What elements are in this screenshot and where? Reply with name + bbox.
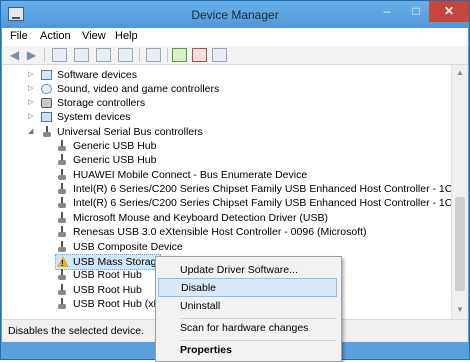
vertical-scrollbar[interactable]: ▲ ▼: [451, 65, 468, 319]
tree-item-label: Microsoft Mouse and Keyboard Detection D…: [73, 212, 329, 224]
tree-item-label: Storage controllers: [57, 97, 146, 109]
uninstall-icon[interactable]: [192, 48, 207, 62]
menu-file[interactable]: File: [10, 30, 28, 42]
tree-item-label: Renesas USB 3.0 eXtensible Host Controll…: [73, 226, 367, 238]
menu-item-disable[interactable]: Disable: [158, 278, 337, 297]
toolbar-separator: [167, 48, 168, 62]
tree-item-label: System devices: [57, 111, 131, 123]
tree-item-label: USB Composite Device: [73, 241, 183, 253]
usb-device-icon: [57, 226, 67, 238]
usb-device-icon: [57, 183, 67, 195]
software-devices-icon: [41, 70, 52, 80]
speaker-icon: [41, 84, 52, 94]
expand-arrow-icon[interactable]: ▷: [28, 68, 36, 82]
tree-item-label: Sound, video and game controllers: [57, 83, 220, 95]
maximize-button[interactable]: □: [402, 1, 430, 22]
tree-item-label: Generic USB Hub: [73, 154, 157, 166]
back-arrow-icon[interactable]: ◀: [7, 48, 22, 62]
menu-help[interactable]: Help: [115, 30, 138, 42]
menu-action[interactable]: Action: [40, 30, 71, 42]
tree-item-label: Intel(R) 6 Series/C200 Series Chipset Fa…: [73, 183, 451, 195]
scan-hardware-icon[interactable]: [146, 48, 161, 62]
usb-device-icon: [57, 154, 67, 166]
hidden-devices-icon[interactable]: [118, 48, 133, 62]
expand-arrow-icon[interactable]: ▷: [28, 82, 36, 96]
toolbar-separator: [44, 48, 45, 62]
menu-item-uninstall[interactable]: Uninstall: [158, 297, 337, 316]
tree-item-label: USB Root Hub: [73, 269, 142, 281]
usb-device-icon: [57, 169, 67, 181]
properties-icon[interactable]: [52, 48, 67, 62]
menu-bar: File Action View Help: [2, 28, 468, 46]
tree-item-label: USB Root Hub: [73, 284, 142, 296]
disable-icon[interactable]: [212, 48, 227, 62]
storage-controller-icon: [41, 98, 52, 108]
usb-device-icon: [57, 269, 67, 281]
tree-item-label: HUAWEI Mobile Connect - Bus Enumerate De…: [73, 169, 308, 181]
status-text: Disables the selected device.: [8, 325, 144, 337]
help-icon[interactable]: [96, 48, 111, 62]
scroll-thumb[interactable]: [455, 197, 465, 291]
expand-arrow-icon[interactable]: ▷: [28, 96, 36, 110]
menu-view[interactable]: View: [82, 30, 106, 42]
close-button[interactable]: ✕: [429, 1, 469, 22]
tree-item-label: Generic USB Hub: [73, 140, 157, 152]
usb-device-icon: [57, 197, 67, 209]
tree-item-label: Universal Serial Bus controllers: [57, 126, 203, 138]
forward-arrow-icon[interactable]: ▶: [24, 48, 39, 62]
toolbar: ◀ ▶: [2, 46, 468, 65]
usb-controller-icon: [42, 126, 52, 138]
view-icon[interactable]: [74, 48, 89, 62]
collapse-arrow-icon[interactable]: ◢: [28, 125, 36, 139]
menu-item-scan-hardware[interactable]: Scan for hardware changes: [158, 319, 337, 338]
toolbar-separator: [139, 48, 140, 62]
scroll-down-icon[interactable]: ▼: [452, 302, 468, 318]
usb-device-icon: [57, 284, 67, 296]
scroll-up-icon[interactable]: ▲: [452, 65, 468, 81]
warning-icon: [57, 256, 69, 271]
context-menu: Update Driver Software... Disable Uninst…: [155, 256, 342, 362]
tree-item-label: Software devices: [57, 69, 137, 81]
tree-item-label: Intel(R) 6 Series/C200 Series Chipset Fa…: [73, 197, 451, 209]
title-bar[interactable]: Device Manager – □ ✕: [1, 1, 469, 28]
usb-device-icon: [57, 212, 67, 224]
usb-device-icon: [57, 298, 67, 310]
menu-item-properties[interactable]: Properties: [158, 341, 337, 360]
system-devices-icon: [41, 112, 52, 122]
usb-device-icon: [57, 241, 67, 253]
update-driver-icon[interactable]: [172, 48, 187, 62]
minimize-button[interactable]: –: [373, 1, 401, 22]
expand-arrow-icon[interactable]: ▷: [28, 110, 36, 124]
usb-device-icon: [57, 140, 67, 152]
